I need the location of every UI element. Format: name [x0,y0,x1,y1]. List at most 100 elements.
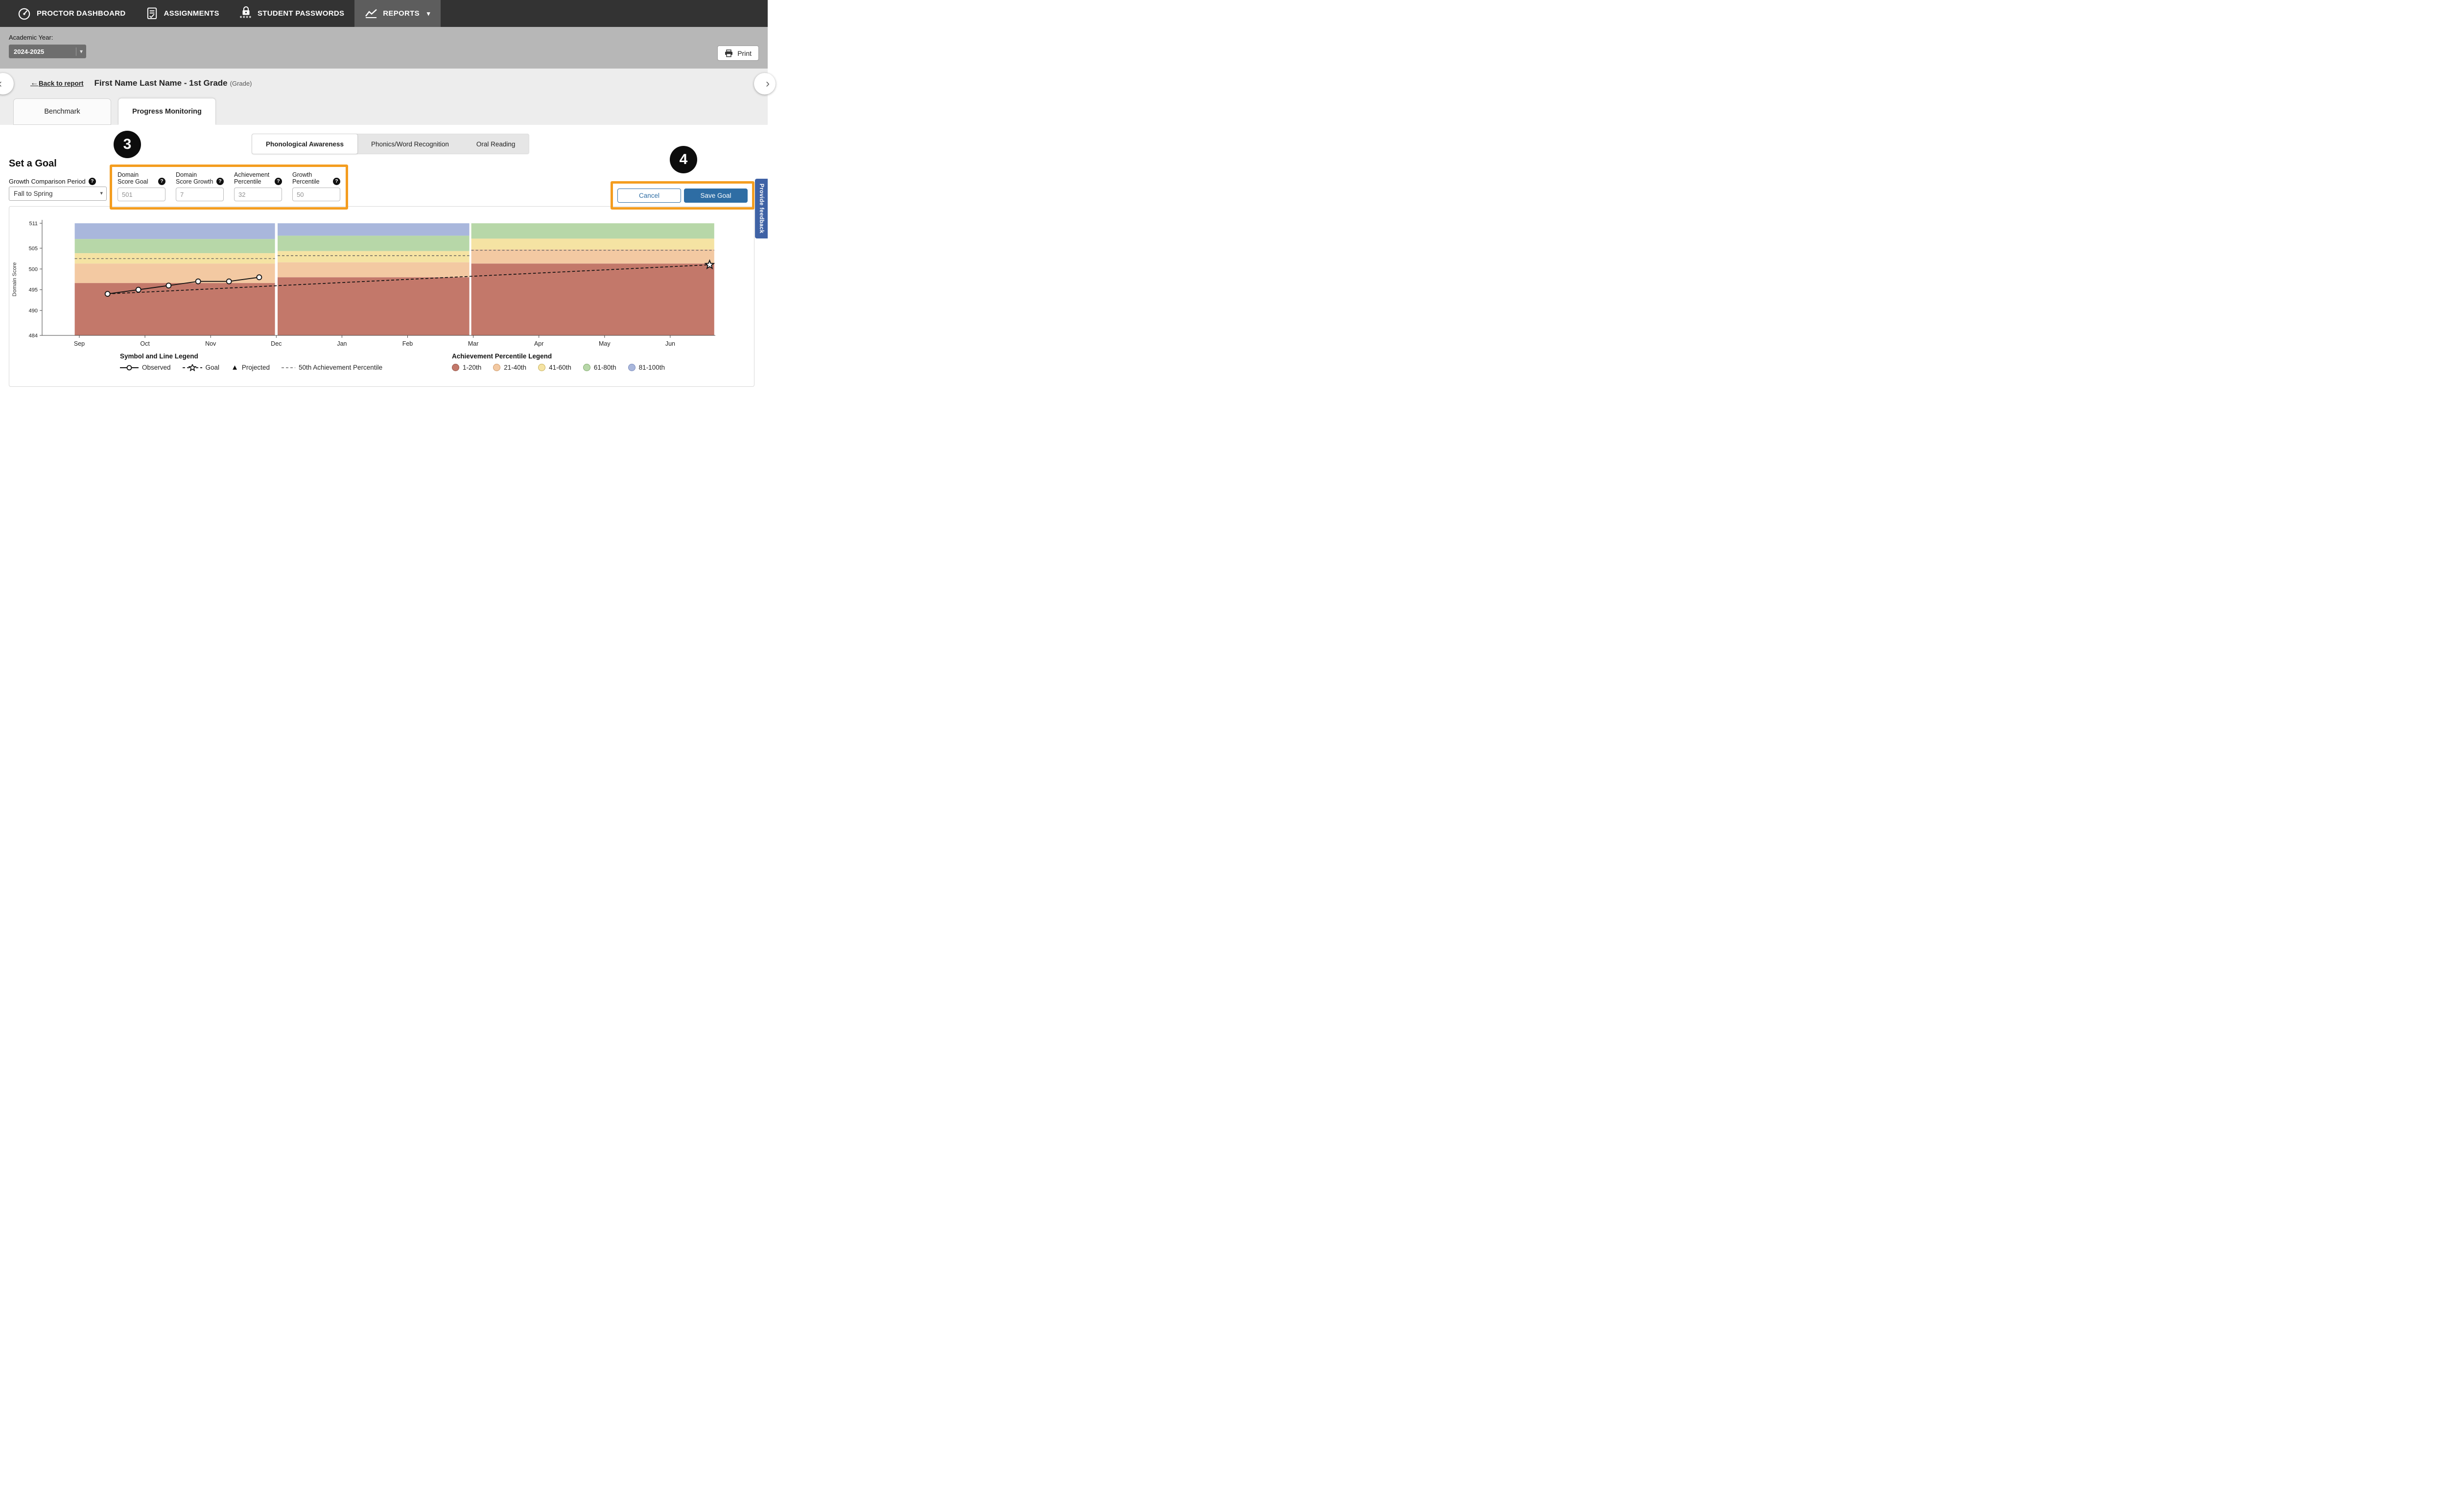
help-icon[interactable]: ? [216,178,224,185]
provide-feedback-tab[interactable]: Provide feedback [755,179,768,238]
projected-triangle-icon: ▲ [231,364,238,371]
academic-year-label: Academic Year: [9,34,53,41]
cancel-button[interactable]: Cancel [617,189,681,203]
legend-label-goal: Goal [206,364,220,371]
percentile-swatch-61-80th [583,364,590,371]
percentile-band-61-80th [471,223,714,238]
report-tabs: Benchmark Progress Monitoring [0,98,768,125]
growth-period-select[interactable]: Fall to Spring [9,187,107,201]
percentile-legend-title: Achievement Percentile Legend [452,353,665,360]
percentile-band-41-60th [278,251,470,262]
field-domain-score-growth: Domain Score Growth ? [176,171,224,203]
legend-label-percentile50: 50th Achievement Percentile [299,364,382,371]
set-a-goal-heading: Set a Goal [9,158,57,169]
symbol-legend-title: Symbol and Line Legend [120,353,382,360]
observed-point[interactable] [227,279,232,284]
back-to-report-link[interactable]: ←Back to report [30,79,84,88]
x-tick-label: Nov [205,340,216,347]
observed-point[interactable] [105,291,110,296]
annotation-step-4: 4 [670,146,697,173]
nav-item-student-passwords[interactable]: **** STUDENT PASSWORDS [230,0,354,27]
top-navigation: PROCTOR DASHBOARD ASSIGNMENTS **** STUDE… [0,0,768,27]
help-icon[interactable]: ? [333,178,340,185]
y-tick-label: 500 [29,266,38,272]
print-label: Print [737,49,752,57]
chart-icon [365,8,377,19]
legend-item-goal: Goal [183,364,220,371]
academic-year-select-wrap: 2024-2025 ▾ [9,45,86,58]
y-tick-label: 495 [29,287,38,293]
x-tick-label: Apr [534,340,543,347]
percentile-swatch-41-60th [538,364,545,371]
legend-label-observed: Observed [142,364,171,371]
legend-item-percentile50: 50th Achievement Percentile [282,364,382,371]
password-stars-caption: **** [240,16,252,21]
academic-year-select[interactable]: 2024-2025 [9,45,86,58]
nav-label-student-passwords: STUDENT PASSWORDS [258,9,344,18]
legend-label-21-40th: 21-40th [504,364,526,371]
student-name-grade: First Name Last Name - 1st Grade [94,78,228,88]
domain-score-growth-input[interactable] [176,188,224,201]
back-arrow-icon: ← [30,79,38,88]
x-tick-label: Dec [271,340,282,347]
domain-tab-phonological-awareness[interactable]: Phonological Awareness [252,134,358,154]
percentile-band-81-100th [75,223,275,239]
legend-item-1-20th: 1-20th [452,364,481,371]
y-tick-label: 511 [29,221,38,227]
gauge-icon [17,6,31,21]
observed-point[interactable] [136,287,141,292]
save-goal-button[interactable]: Save Goal [684,189,748,203]
observed-point[interactable] [196,279,201,284]
x-tick-label: Sep [74,340,85,347]
domain-tab-phonics-word-recognition[interactable]: Phonics/Word Recognition [357,134,463,154]
percentile-swatch-81-100th [628,364,636,371]
y-tick-label: 505 [29,246,38,252]
observed-point[interactable] [166,283,171,288]
observed-line-icon [120,365,139,371]
help-icon[interactable]: ? [158,178,165,185]
domain-tab-oral-reading[interactable]: Oral Reading [463,134,529,154]
field-growth-percentile: Growth Percentile ? [292,171,340,203]
legend-label-41-60th: 41-60th [549,364,571,371]
y-tick-label: 490 [29,308,38,314]
toolbar: Academic Year: 2024-2025 ▾ Print [0,27,768,69]
nav-item-assignments[interactable]: ASSIGNMENTS [136,0,230,27]
growth-percentile-input[interactable] [292,188,340,201]
legend-item-81-100th: 81-100th [628,364,665,371]
percentile-swatch-1-20th [452,364,459,371]
x-tick-label: Oct [140,340,150,347]
tab-benchmark[interactable]: Benchmark [13,98,111,125]
report-subheader: ←Back to report First Name Last Name - 1… [0,69,768,98]
annotation-step-3: 3 [114,131,141,158]
domain-score-goal-input[interactable] [118,188,165,201]
nav-label-assignments: ASSIGNMENTS [164,9,219,18]
observed-point[interactable] [257,275,261,280]
chevron-left-icon: ‹ [0,78,2,90]
back-link-label: Back to report [39,80,84,87]
x-tick-label: Mar [468,340,479,347]
percentile-band-61-80th [75,239,275,253]
help-icon[interactable]: ? [89,178,96,185]
nav-item-reports[interactable]: REPORTS ▾ [354,0,440,27]
print-button[interactable]: Print [717,46,759,61]
percentile-band-21-40th [75,263,275,283]
growth-comparison-period-label: Growth Comparison Period ? [9,178,96,185]
tab-progress-monitoring[interactable]: Progress Monitoring [118,98,216,125]
next-student-button[interactable]: › [754,73,776,94]
field-domain-score-goal: Domain Score Goal ? [118,171,165,203]
symbol-legend: Symbol and Line Legend Observed Goal ▲ P… [120,353,382,371]
achievement-percentile-input[interactable] [234,188,282,201]
title-suffix: (Grade) [230,80,252,87]
percentile-band-21-40th [471,249,714,263]
growth-period-label-text: Growth Comparison Period [9,178,86,185]
help-icon[interactable]: ? [275,178,282,185]
nav-item-proctor-dashboard[interactable]: PROCTOR DASHBOARD [7,0,136,27]
legend-item-61-80th: 61-80th [583,364,616,371]
domain-tabs: Phonological Awareness Phonics/Word Reco… [252,134,529,154]
x-tick-label: Feb [402,340,413,347]
field-label: Achievement Percentile [234,171,272,185]
growth-period-select-wrap: Fall to Spring ▾ [9,187,107,201]
x-tick-label: May [599,340,611,347]
percentile-band-21-40th [278,262,470,278]
caret-down-icon: ▾ [427,10,430,18]
